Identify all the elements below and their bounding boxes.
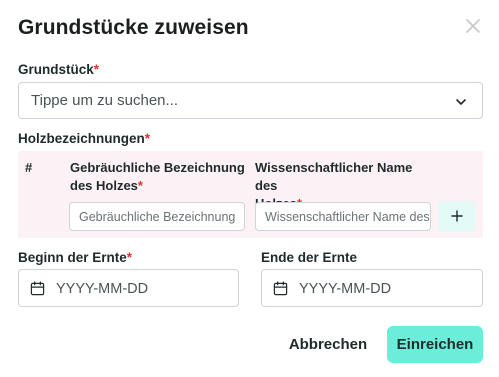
column-header-index: # [25, 160, 33, 175]
scientific-name-input[interactable]: Wissenschaftlicher Name des [255, 202, 431, 231]
wood-names-label: Holzbezeichnungen* [18, 131, 150, 146]
plot-field-label: Grundstück* [18, 62, 99, 77]
harvest-start-label: Beginn der Ernte* [18, 250, 132, 265]
required-mark: * [93, 62, 100, 77]
plot-select-placeholder: Tippe um zu suchen... [31, 92, 179, 109]
common-name-placeholder: Gebräuchliche Bezeichnung [79, 210, 236, 224]
plot-field-label-text: Grundstück [18, 62, 94, 77]
plot-select[interactable]: Tippe um zu suchen... [18, 82, 483, 119]
harvest-end-placeholder: YYYY-MM-DD [299, 281, 392, 297]
submit-button[interactable]: Einreichen [387, 326, 483, 363]
column-header-scientific-name-line1: Wissenschaftlicher Name des [255, 160, 413, 193]
close-icon-glyph [466, 19, 480, 33]
column-header-common-name-line1: Gebräuchliche Bezeichnung [70, 160, 245, 175]
wood-names-label-text: Holzbezeichnungen [18, 131, 145, 146]
column-header-common-name: Gebräuchliche Bezeichnung des Holzes* [70, 159, 250, 195]
harvest-start-placeholder: YYYY-MM-DD [56, 281, 149, 297]
calendar-icon [273, 281, 288, 296]
required-mark: * [137, 178, 143, 193]
close-icon[interactable] [463, 16, 483, 36]
harvest-start-label-text: Beginn der Ernte [18, 250, 127, 265]
required-mark: * [144, 131, 151, 146]
calendar-icon [30, 281, 45, 296]
required-mark: * [126, 250, 133, 265]
common-name-input[interactable]: Gebräuchliche Bezeichnung [69, 202, 245, 231]
dialog-title: Grundstücke zuweisen [18, 16, 249, 39]
assign-plots-dialog: Grundstücke zuweisen Grundstück* Tippe u… [0, 0, 499, 377]
cancel-button[interactable]: Abbrechen [282, 328, 374, 360]
plus-icon [450, 210, 463, 222]
scientific-name-placeholder: Wissenschaftlicher Name des [265, 210, 430, 224]
harvest-end-date-input[interactable]: YYYY-MM-DD [261, 269, 483, 307]
harvest-start-date-input[interactable]: YYYY-MM-DD [18, 269, 239, 307]
column-header-common-name-line2: des Holzes* [70, 177, 250, 195]
harvest-end-label: Ende der Ernte [261, 250, 358, 265]
column-header-common-name-line2-text: des Holzes [70, 178, 138, 193]
add-wood-row-button[interactable] [438, 201, 475, 231]
chevron-down-icon [456, 99, 466, 105]
